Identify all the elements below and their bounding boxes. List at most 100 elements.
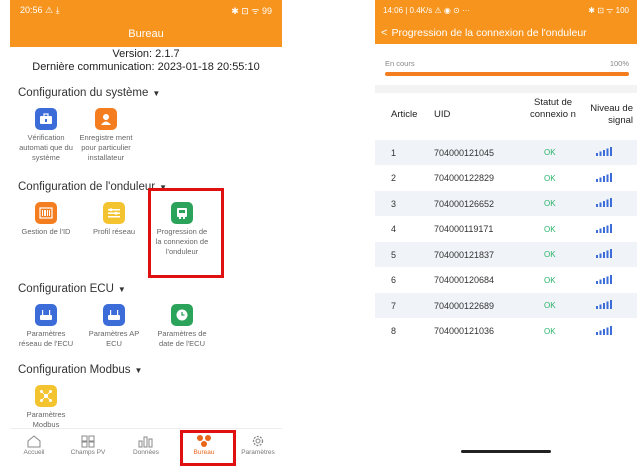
connection-progress: En cours 100%	[385, 59, 629, 76]
signal-strength-icon	[596, 223, 612, 235]
tile-installer-registration[interactable]: Enregistre ment pour particulier install…	[78, 108, 134, 163]
progress-label: En cours	[385, 59, 415, 68]
cell-uid: 704000126652	[434, 198, 495, 209]
cell-uid: 704000121837	[434, 249, 495, 260]
tile-network-profile[interactable]: Profil réseau	[86, 202, 142, 237]
progress-bar	[385, 72, 629, 76]
status-bar: 14:06 | 0.4K/s ⚠ ◉ ⊙ ··· ✱ ⊡ ᯤ 100	[375, 0, 637, 21]
section-title-inverter[interactable]: Configuration de l'onduleur ▼	[18, 181, 167, 193]
table-header: Article UID Statut de connexio n Niveau …	[375, 95, 637, 135]
progress-bar-fill	[385, 72, 629, 76]
tab-accueil[interactable]: Accueil	[12, 433, 56, 456]
user-icon	[95, 108, 117, 130]
back-arrow-icon[interactable]: <	[381, 27, 387, 39]
tile-label: Profil réseau	[92, 227, 136, 236]
router-icon	[35, 304, 57, 326]
page-title: Progression de la connexion de l'onduleu…	[391, 26, 587, 39]
column-header-article: Article	[391, 109, 418, 120]
home-icon	[12, 433, 56, 449]
caret-down-icon: ▼	[134, 366, 143, 375]
table-row: 2 704000122829 OK	[375, 166, 637, 191]
tile-modbus-settings[interactable]: Paramètres Modbus	[18, 385, 74, 430]
cell-article: 5	[391, 249, 397, 260]
tile-label: Paramètres de date de l'ECU	[157, 329, 207, 348]
table-row: 5 704000121837 OK	[375, 242, 637, 267]
tile-ecu-date-settings[interactable]: Paramètres de date de l'ECU	[154, 304, 210, 349]
signal-strength-icon	[596, 300, 612, 311]
cell-article: 8	[391, 326, 397, 336]
tab-label: Champs PV	[70, 449, 106, 456]
cell-uid: 704000122829	[434, 173, 495, 183]
network-icon	[35, 385, 57, 407]
tile-label: Gestion de l'ID	[21, 227, 71, 236]
tile-label: Paramètres Modbus	[26, 410, 66, 429]
last-communication-text: Dernière communication: 2023-01-18 20:55…	[32, 61, 260, 73]
right-phone-screen: 14:06 | 0.4K/s ⚠ ◉ ⊙ ··· ✱ ⊡ ᯤ 100 < Pro…	[375, 0, 637, 467]
tile-ecu-network-settings[interactable]: Paramètres réseau de l'ECU	[18, 304, 74, 349]
status-bar: 20:56 ⚠ ⤓ ✱ ⊡ ᯤ 99	[10, 0, 282, 21]
barcode-icon	[35, 202, 57, 224]
cell-article: 6	[391, 275, 397, 285]
divider	[375, 85, 637, 93]
cell-status: OK	[544, 326, 556, 336]
clock-icon	[171, 304, 193, 326]
status-time-left: 20:56 ⚠ ⤓	[20, 5, 60, 15]
cell-uid: 704000120684	[434, 275, 495, 285]
signal-strength-icon	[596, 274, 612, 286]
progress-value: 100%	[609, 59, 629, 68]
table-row: 4 704000119171 OK	[375, 217, 637, 242]
tab-champs-pv[interactable]: Champs PV	[66, 433, 110, 456]
cell-article: 1	[391, 147, 397, 158]
signal-strength-icon	[596, 172, 612, 184]
cell-status: OK	[544, 199, 556, 208]
column-header-uid: UID	[434, 109, 451, 120]
cell-article: 3	[391, 198, 397, 209]
chart-icon	[124, 433, 168, 449]
signal-strength-icon	[596, 325, 612, 337]
caret-down-icon: ▼	[152, 89, 161, 98]
sliders-icon	[103, 202, 125, 224]
highlight-box	[148, 188, 224, 278]
signal-strength-icon	[596, 249, 612, 260]
cell-status: OK	[544, 250, 556, 259]
home-indicator	[461, 450, 551, 453]
tab-donnees[interactable]: Données	[124, 433, 168, 456]
tile-label: Vérification automati que du système	[19, 133, 73, 162]
status-icons: ✱ ⊡ ᯤ 99	[231, 6, 272, 16]
tab-label: Données	[132, 449, 160, 456]
bottom-tab-bar: Accueil Champs PV Données Bureau Paramèt…	[10, 428, 282, 467]
tab-parametres[interactable]: Paramètres	[236, 433, 280, 456]
tile-ecu-ap-settings[interactable]: Paramètres AP ECU	[86, 304, 142, 349]
page-header: < Progression de la connexion de l'ondul…	[375, 21, 637, 44]
version-text: Version: 2.1.7	[112, 48, 180, 60]
cell-uid: 704000122689	[434, 300, 495, 311]
tile-system-check[interactable]: Vérification automati que du système	[18, 108, 74, 163]
table-row: 7 704000122689 OK	[375, 293, 637, 318]
section-title-modbus[interactable]: Configuration Modbus ▼	[18, 364, 142, 376]
column-header-signal: Niveau de signal	[590, 103, 633, 126]
cell-status: OK	[544, 275, 556, 285]
tile-label: Paramètres AP ECU	[88, 329, 140, 348]
signal-strength-icon	[596, 147, 612, 158]
status-left: 14:06 | 0.4K/s ⚠ ◉ ⊙ ···	[383, 6, 470, 15]
router-icon	[103, 304, 125, 326]
cell-article: 4	[391, 224, 397, 234]
section-title-system[interactable]: Configuration du système ▼	[18, 87, 160, 99]
tile-label: Enregistre ment pour particulier install…	[79, 133, 133, 162]
tab-label: Accueil	[23, 449, 45, 456]
column-header-status: Statut de connexio n	[530, 97, 576, 120]
signal-strength-icon	[596, 198, 612, 209]
table-row: 8 704000121036 OK	[375, 319, 637, 344]
tile-id-management[interactable]: Gestion de l'ID	[18, 202, 74, 237]
page-title: Bureau	[10, 21, 282, 47]
tile-label: Paramètres réseau de l'ECU	[18, 329, 74, 348]
section-title-ecu[interactable]: Configuration ECU ▼	[18, 283, 126, 295]
grid-icon	[66, 433, 110, 449]
cell-uid: 704000121036	[434, 326, 495, 336]
tab-label: Paramètres	[241, 449, 275, 456]
cell-status: OK	[544, 148, 556, 157]
cell-status: OK	[544, 301, 556, 310]
table-row: 6 704000120684 OK	[375, 268, 637, 293]
status-icons: ✱ ⊡ ᯤ 100	[588, 6, 629, 15]
left-phone-screen: 20:56 ⚠ ⤓ ✱ ⊡ ᯤ 99 Bureau Version: 2.1.7…	[10, 0, 282, 467]
